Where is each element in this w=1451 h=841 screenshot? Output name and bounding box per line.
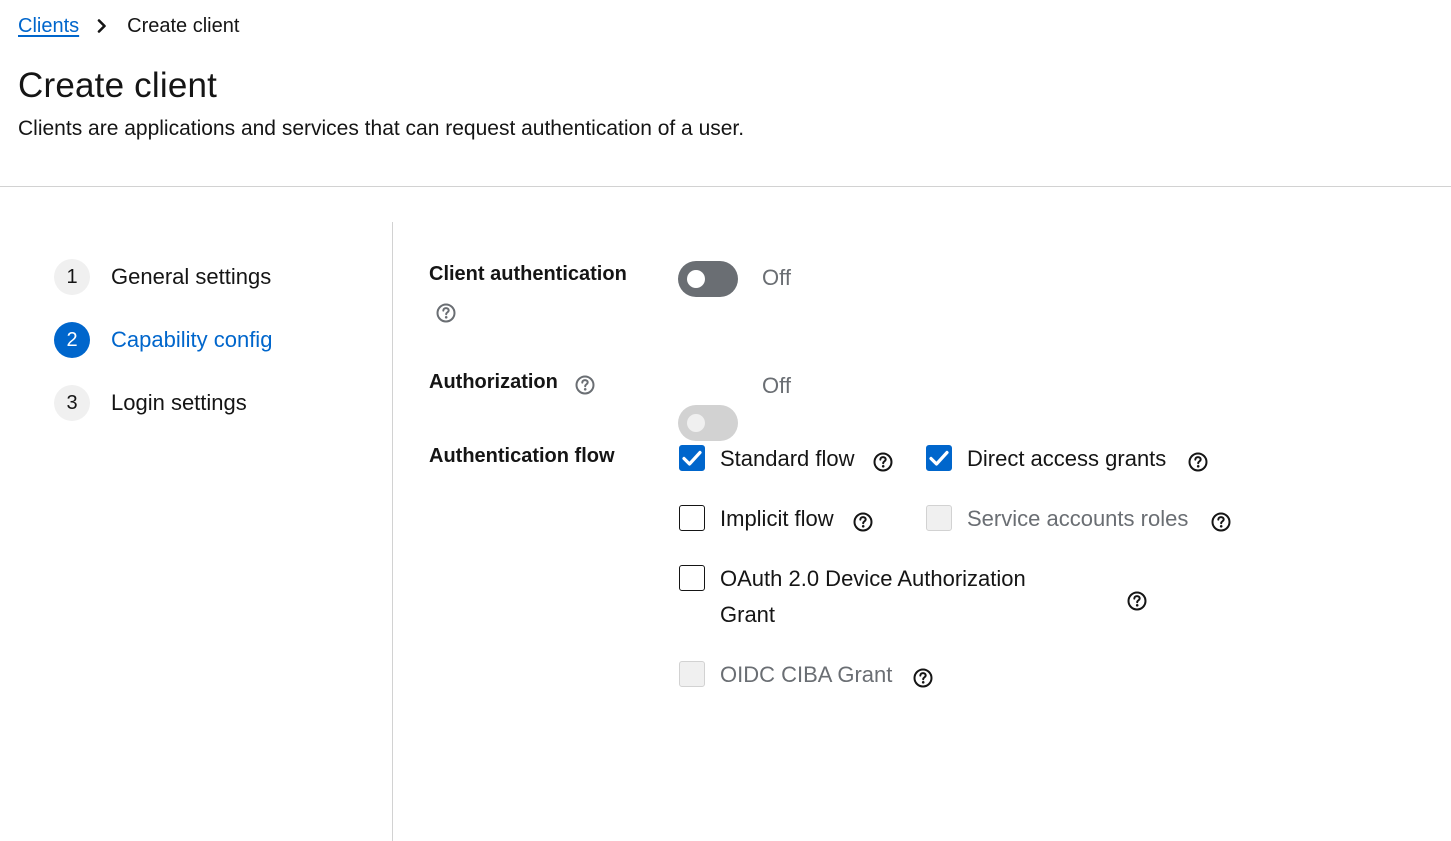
step-number: 1	[54, 259, 90, 295]
authorization-label: Authorization	[429, 371, 558, 393]
check-icon	[682, 450, 702, 466]
question-circle-icon[interactable]	[912, 667, 934, 689]
wizard-nav-divider	[392, 222, 393, 841]
question-circle-icon[interactable]	[1187, 451, 1209, 473]
angle-right-icon	[97, 19, 107, 33]
question-circle-icon[interactable]	[574, 374, 596, 396]
question-circle-icon[interactable]	[852, 511, 874, 533]
page-description: Clients are applications and services th…	[18, 117, 745, 140]
step-label: Capability config	[111, 327, 273, 352]
client-authentication-switch[interactable]	[678, 261, 738, 297]
check-icon	[929, 450, 949, 466]
oauth-device-authorization-grant-checkbox[interactable]	[679, 565, 705, 591]
standard-flow-checkbox[interactable]	[679, 445, 705, 471]
step-number: 3	[54, 385, 90, 421]
authentication-flow-label: Authentication flow	[429, 445, 615, 467]
direct-access-grants-checkbox[interactable]	[926, 445, 952, 471]
implicit-flow-checkbox[interactable]	[679, 505, 705, 531]
header-divider	[0, 186, 1451, 187]
client-authentication-state: Off	[762, 265, 791, 290]
service-accounts-roles-checkbox[interactable]	[926, 505, 952, 531]
client-authentication-label: Client authentication	[429, 263, 627, 285]
standard-flow-label[interactable]: Standard flow	[720, 441, 855, 477]
breadcrumb: Clients Create client	[18, 12, 239, 40]
step-label: Login settings	[111, 390, 247, 415]
breadcrumb-link-clients[interactable]: Clients	[18, 15, 79, 38]
question-circle-icon[interactable]	[435, 302, 457, 324]
authorization-switch[interactable]	[678, 405, 738, 441]
direct-access-grants-label[interactable]: Direct access grants	[967, 441, 1166, 477]
wizard-step-general-settings[interactable]: 1 General settings	[54, 259, 271, 295]
question-circle-icon[interactable]	[872, 451, 894, 473]
service-accounts-roles-label: Service accounts roles	[967, 506, 1189, 531]
implicit-flow-label[interactable]: Implicit flow	[720, 501, 834, 537]
wizard-step-login-settings[interactable]: 3 Login settings	[54, 385, 247, 421]
wizard-step-capability-config[interactable]: 2 Capability config	[54, 322, 272, 358]
question-circle-icon[interactable]	[1126, 590, 1148, 612]
page-title: Create client	[18, 66, 218, 105]
oauth-device-authorization-grant-label-line1[interactable]: OAuth 2.0 Device Authorization	[720, 561, 1026, 597]
oidc-ciba-grant-label: OIDC CIBA Grant	[720, 662, 893, 687]
breadcrumb-current: Create client	[127, 14, 240, 37]
step-number: 2	[54, 322, 90, 358]
oauth-device-authorization-grant-label-line2[interactable]: Grant	[720, 597, 775, 633]
question-circle-icon[interactable]	[1210, 511, 1232, 533]
oidc-ciba-grant-checkbox[interactable]	[679, 661, 705, 687]
step-label: General settings	[111, 264, 272, 289]
authorization-state: Off	[762, 373, 791, 398]
